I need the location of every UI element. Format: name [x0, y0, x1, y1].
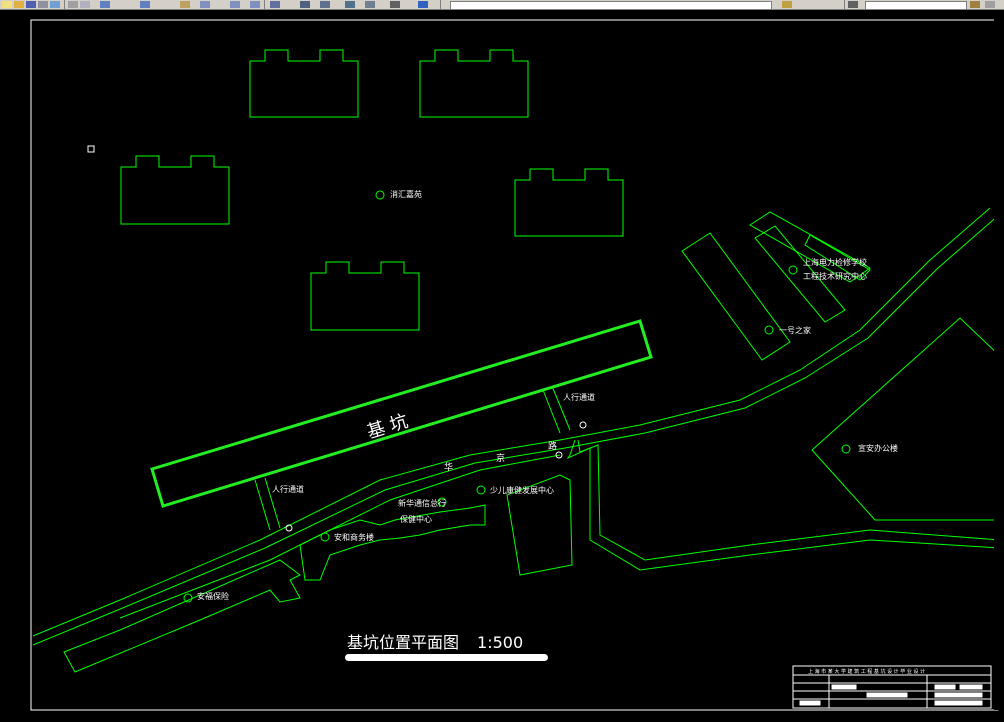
origin-marker: [87, 145, 95, 153]
tool-palettes-icon[interactable]: [320, 1, 330, 8]
road-label-3: 路: [548, 440, 557, 452]
road-edge: [577, 439, 1001, 561]
zoom-icon[interactable]: [200, 1, 210, 8]
label-building-a: 消汇嘉苑: [390, 189, 422, 199]
marker: [320, 532, 330, 542]
right-edge: [994, 10, 1004, 710]
label-office: 宣安办公楼: [858, 443, 898, 453]
building: [514, 168, 624, 237]
toolbar-separator: [264, 0, 265, 9]
help-icon[interactable]: [418, 1, 428, 8]
road-edge: [566, 439, 1001, 571]
buildings: [63, 49, 1004, 673]
drawing-canvas[interactable]: 基 坑 华 京 路 人行通道 人行通道 消汇嘉苑 上海电力检修学校 工程技术研究…: [0, 10, 1004, 722]
markup-icon[interactable]: [365, 1, 375, 8]
road-label-1: 华: [444, 461, 453, 473]
designcenter-icon[interactable]: [300, 1, 310, 8]
toolbar: [0, 0, 1004, 10]
drawing-title: 基坑位置平面图 1:500: [347, 633, 523, 652]
building: [120, 155, 230, 225]
plot-style-icon[interactable]: [970, 1, 980, 8]
marker: [183, 593, 193, 603]
open-icon[interactable]: [14, 1, 24, 8]
label-home: 一号之家: [779, 325, 811, 335]
label-pedestrian-1: 人行通道: [272, 484, 304, 494]
drawing-frame: [30, 19, 999, 711]
marker: [476, 485, 486, 495]
marker: [788, 265, 798, 275]
zoom-previous-icon[interactable]: [250, 1, 260, 8]
properties-icon[interactable]: [270, 1, 280, 8]
print-icon[interactable]: [38, 1, 48, 8]
building: [681, 232, 791, 361]
building: [419, 49, 529, 118]
cad-drawing: 基 坑 华 京 路 人行通道 人行通道 消汇嘉苑 上海电力检修学校 工程技术研究…: [30, 19, 1004, 711]
toolbar-separator: [844, 0, 845, 9]
layer-props-icon[interactable]: [782, 1, 792, 8]
drawing-title-text: 基坑位置平面图: [347, 633, 459, 652]
label-shop: 安和商务楼: [334, 532, 374, 542]
label-pedestrian-2: 人行通道: [563, 392, 595, 402]
marker: [375, 190, 385, 200]
building: [249, 49, 359, 118]
label-center: 保健中心: [400, 514, 432, 524]
zoom-window-icon[interactable]: [230, 1, 240, 8]
label-power-school-2: 工程技术研究中心: [803, 271, 867, 281]
building: [63, 559, 301, 673]
label-bank: 新华通信总行: [398, 498, 446, 508]
road-label-2: 京: [496, 452, 505, 464]
toolbar-separator: [440, 0, 441, 9]
cut-icon[interactable]: [68, 1, 78, 8]
drawing-scale: 1:500: [477, 633, 523, 652]
undo-icon[interactable]: [100, 1, 110, 8]
title-underline: [345, 654, 548, 661]
pan-icon[interactable]: [180, 1, 190, 8]
label-club: 安福保险: [197, 591, 229, 601]
style-dropdown[interactable]: [865, 1, 967, 10]
building: [310, 261, 420, 331]
marker: [764, 325, 774, 335]
copy-icon[interactable]: [80, 1, 90, 8]
preview-icon[interactable]: [50, 1, 60, 8]
title-block-header: 上 海 市 某 大 学 建 筑 工 程 基 坑 设 计 毕 业 设 计: [808, 668, 925, 675]
label-child: 少儿康健发展中心: [490, 485, 554, 495]
marker: [841, 444, 851, 454]
save-icon[interactable]: [26, 1, 36, 8]
match-icon[interactable]: [848, 1, 858, 8]
building: [299, 504, 486, 581]
label-power-school-1: 上海电力检修学校: [803, 257, 867, 267]
toolbar-separator: [64, 0, 65, 9]
new-file-icon[interactable]: [2, 1, 12, 8]
marker: [579, 421, 587, 429]
calculator-icon[interactable]: [390, 1, 400, 8]
redo-icon[interactable]: [140, 1, 150, 8]
building: [811, 317, 1004, 521]
color-control-icon[interactable]: [985, 1, 995, 8]
layer-dropdown[interactable]: [450, 1, 772, 10]
sheet-set-icon[interactable]: [345, 1, 355, 8]
